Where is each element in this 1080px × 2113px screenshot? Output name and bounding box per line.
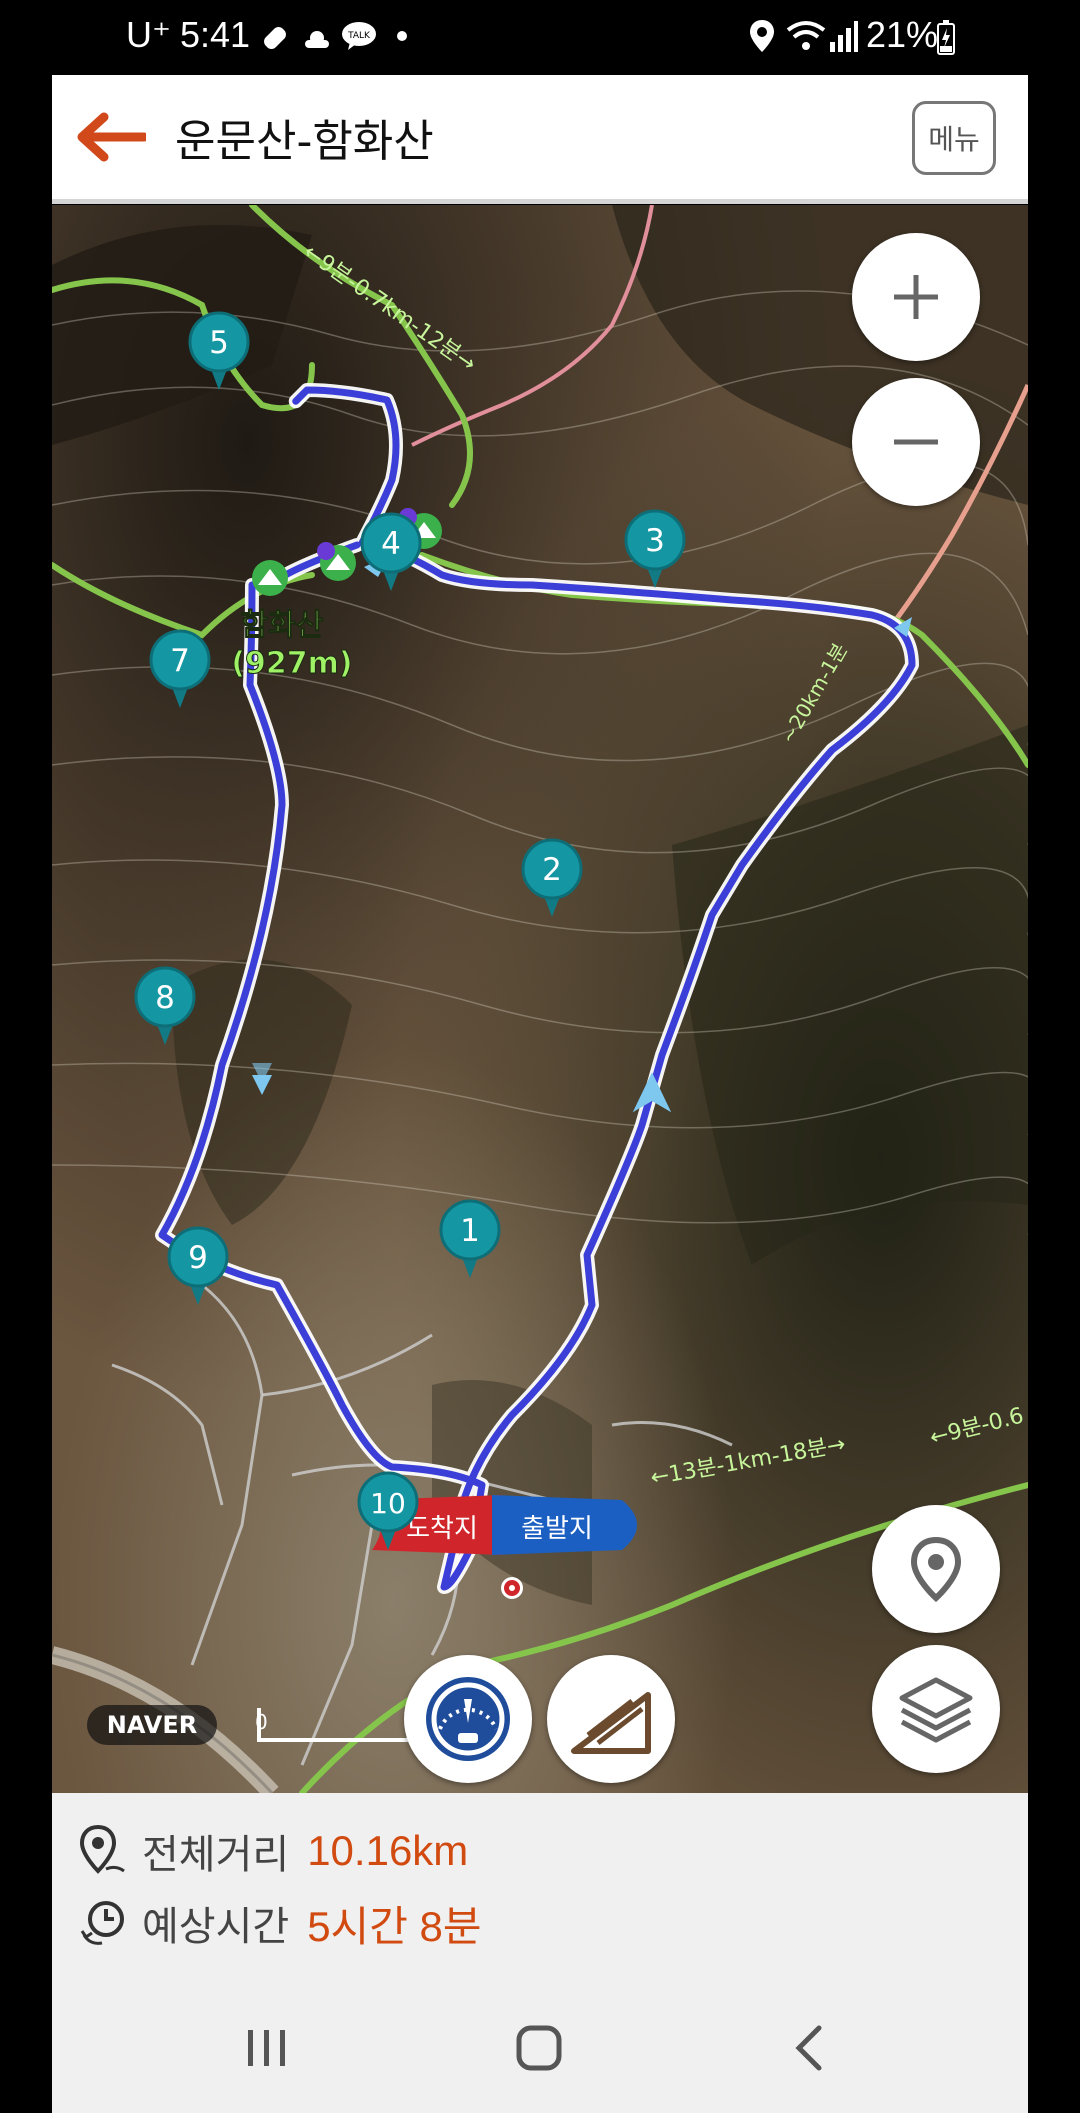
speedometer-button[interactable] bbox=[404, 1655, 532, 1783]
back-button[interactable] bbox=[774, 2013, 844, 2083]
waypoint-number: 9 bbox=[188, 1240, 208, 1276]
recent-apps-icon bbox=[248, 2030, 285, 2066]
location-icon bbox=[750, 20, 774, 52]
minus-icon bbox=[894, 439, 938, 445]
layers-icon bbox=[899, 1677, 973, 1743]
distance-pin-icon bbox=[80, 1825, 125, 1874]
slope-icon bbox=[571, 1692, 651, 1754]
waypoint-number: 10 bbox=[370, 1487, 406, 1520]
start-flag: 출발지 bbox=[492, 1495, 637, 1555]
app-header: 운문산-함화산 메뉴 bbox=[52, 75, 1028, 204]
battery-percent: 21% bbox=[866, 14, 939, 55]
home-button[interactable] bbox=[504, 2013, 574, 2083]
waypoint-number: 7 bbox=[170, 643, 190, 679]
menu-button[interactable]: 메뉴 bbox=[912, 101, 996, 175]
zoom-in-button[interactable] bbox=[852, 233, 980, 361]
waypoint-number: 2 bbox=[542, 852, 562, 888]
peak-name: 함화산 bbox=[241, 608, 324, 643]
distance-value: 10.16km bbox=[307, 1827, 469, 1874]
waypoint-number: 5 bbox=[209, 325, 229, 361]
tag-icon bbox=[264, 27, 286, 49]
wifi-icon bbox=[786, 21, 826, 50]
naver-logo: NAVER bbox=[87, 1705, 217, 1745]
status-bar: U⁺ 5:41 TALK 21% bbox=[0, 0, 1080, 75]
distance-label: 전체거리 bbox=[142, 1832, 290, 1878]
clock-icon bbox=[80, 1901, 124, 1945]
waypoint-number: 4 bbox=[381, 526, 401, 562]
peak-altitude: (927m) bbox=[231, 646, 352, 681]
start-label: 출발지 bbox=[521, 1514, 593, 1544]
time-row: 예상시간 5시간 8분 bbox=[80, 1893, 482, 1953]
end-label: 도착지 bbox=[406, 1514, 478, 1544]
scale-label: 0 bbox=[255, 1710, 268, 1734]
layers-button[interactable] bbox=[872, 1645, 1000, 1773]
route-info-panel: 전체거리 10.16km 예상시간 5시간 8분 bbox=[52, 1793, 1028, 1983]
time-label: 예상시간 bbox=[142, 1904, 290, 1950]
speedometer-icon bbox=[426, 1677, 510, 1761]
time-value: 5시간 8분 bbox=[307, 1902, 482, 1950]
back-arrow-icon[interactable] bbox=[74, 111, 146, 163]
mountain-peak-icon bbox=[252, 560, 288, 596]
zoom-out-button[interactable] bbox=[852, 378, 980, 506]
home-icon bbox=[516, 2025, 562, 2071]
plus-icon bbox=[894, 275, 938, 319]
carrier-label: U⁺ bbox=[126, 14, 171, 55]
waypoint-number: 8 bbox=[155, 980, 175, 1016]
waypoint-number: 3 bbox=[645, 523, 665, 559]
provider-label: NAVER bbox=[107, 1711, 197, 1739]
left-margin bbox=[0, 75, 52, 2113]
page-title: 운문산-함화산 bbox=[175, 116, 434, 167]
map-pin-icon bbox=[910, 1536, 962, 1602]
svg-text:TALK: TALK bbox=[347, 31, 371, 41]
back-chevron-icon bbox=[795, 2025, 822, 2071]
status-time: 5:41 bbox=[180, 14, 251, 55]
signal-icon bbox=[830, 21, 858, 52]
recent-apps-button[interactable] bbox=[232, 2013, 302, 2083]
right-margin bbox=[1028, 75, 1080, 2113]
my-location-button[interactable] bbox=[872, 1505, 1000, 1633]
kakaotalk-icon: TALK bbox=[342, 22, 376, 50]
dot-icon bbox=[397, 31, 407, 41]
distance-row: 전체거리 10.16km bbox=[80, 1821, 468, 1881]
system-nav-bar bbox=[52, 1983, 1028, 2113]
map-view[interactable]: ←9분-0.7km-12분→ ←13분-1km-18분→ ←9분-0.6 ~20… bbox=[52, 205, 1028, 1793]
waypoint-number: 1 bbox=[460, 1213, 480, 1249]
battery-charging-icon bbox=[937, 20, 955, 55]
weather-icon bbox=[305, 31, 329, 48]
slope-button[interactable] bbox=[547, 1655, 675, 1783]
current-location-icon bbox=[501, 1577, 523, 1599]
